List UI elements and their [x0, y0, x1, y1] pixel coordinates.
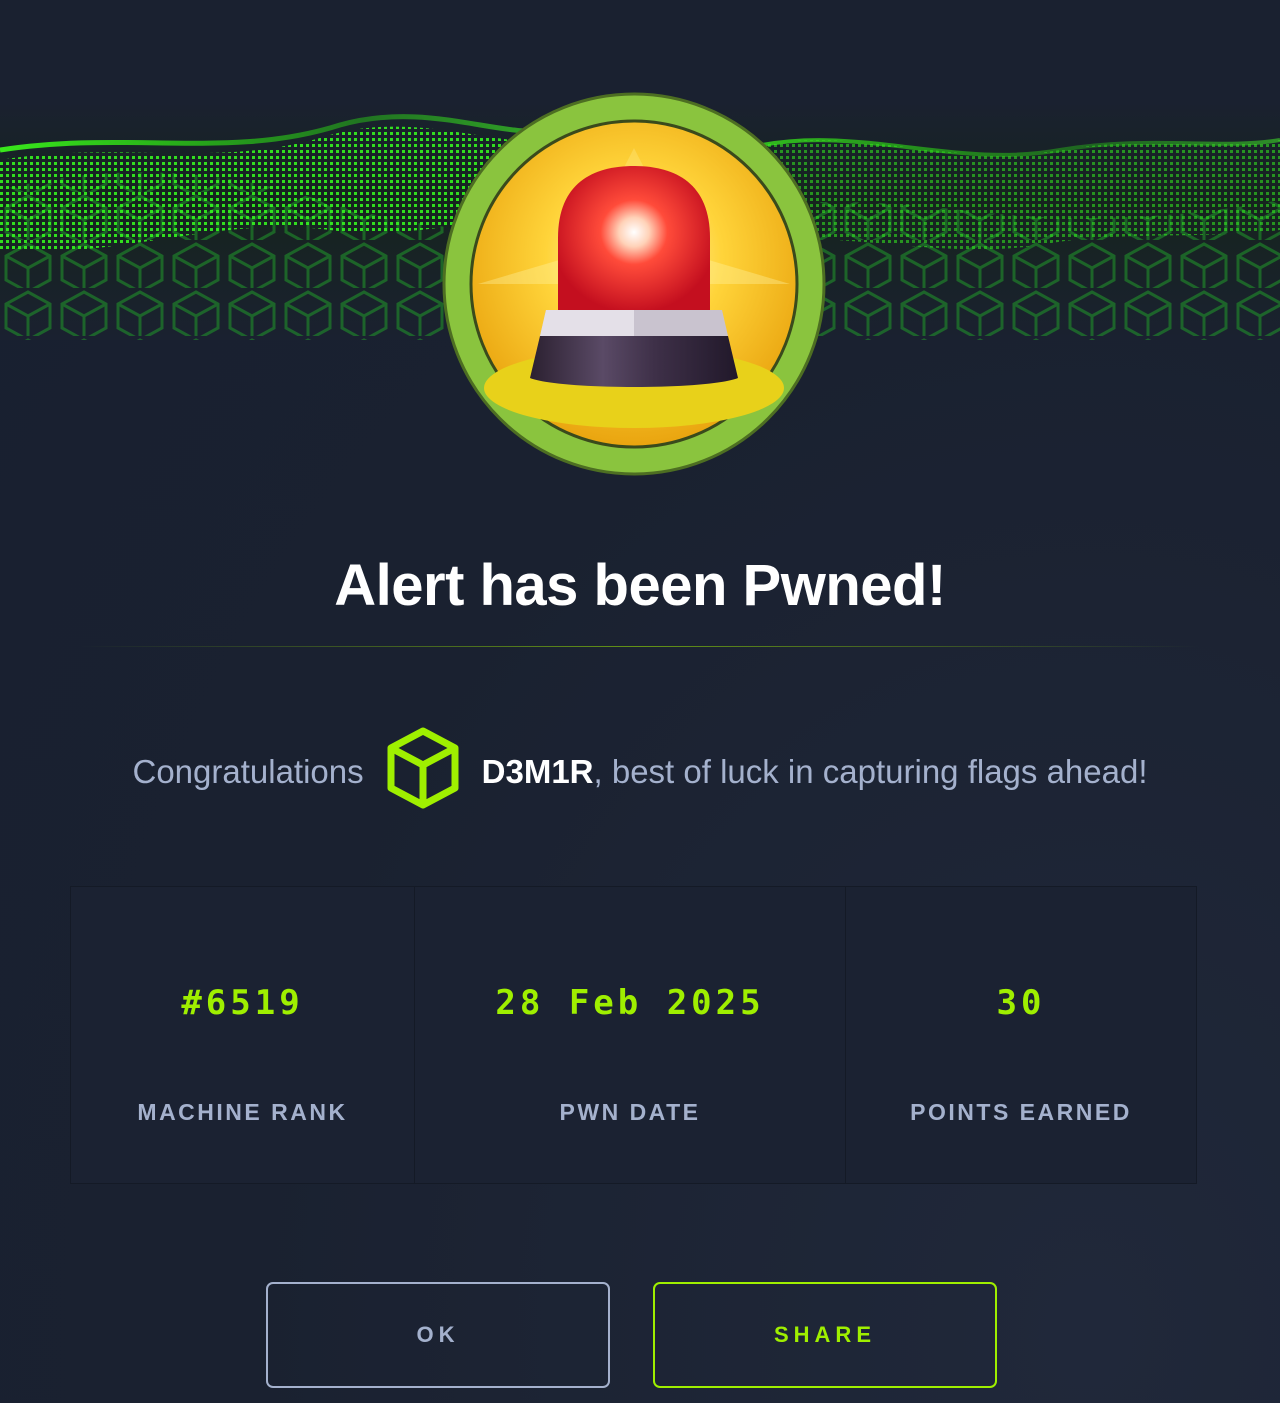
stat-label: MACHINE RANK [137, 1099, 348, 1125]
stats-panel: #6519 MACHINE RANK 28 Feb 2025 PWN DATE … [70, 886, 1197, 1184]
username[interactable]: D3M1R [482, 753, 594, 791]
divider [80, 646, 1200, 647]
cube-icon [386, 727, 460, 817]
stat-label: PWN DATE [559, 1099, 701, 1125]
stat-value: #6519 [181, 983, 304, 1023]
stat-label: POINTS EARNED [910, 1099, 1132, 1125]
stat-pwn-date: 28 Feb 2025 PWN DATE [415, 887, 846, 1183]
stat-value: 30 [996, 983, 1046, 1023]
page-title: Alert has been Pwned! [334, 553, 946, 618]
pwned-dialog: Alert has been Pwned! Congratulations D3… [0, 0, 1280, 1403]
siren-icon [438, 88, 830, 480]
ok-button[interactable]: OK [266, 1282, 610, 1388]
congrats-suffix: , best of luck in capturing flags ahead! [593, 753, 1148, 790]
congrats-message: Congratulations D3M1R , best of luck in … [0, 722, 1280, 822]
stat-points-earned: 30 POINTS EARNED [846, 887, 1196, 1183]
stat-machine-rank: #6519 MACHINE RANK [71, 887, 415, 1183]
share-button[interactable]: SHARE [653, 1282, 997, 1388]
stat-value: 28 Feb 2025 [495, 983, 765, 1023]
congrats-prefix: Congratulations [132, 753, 364, 790]
